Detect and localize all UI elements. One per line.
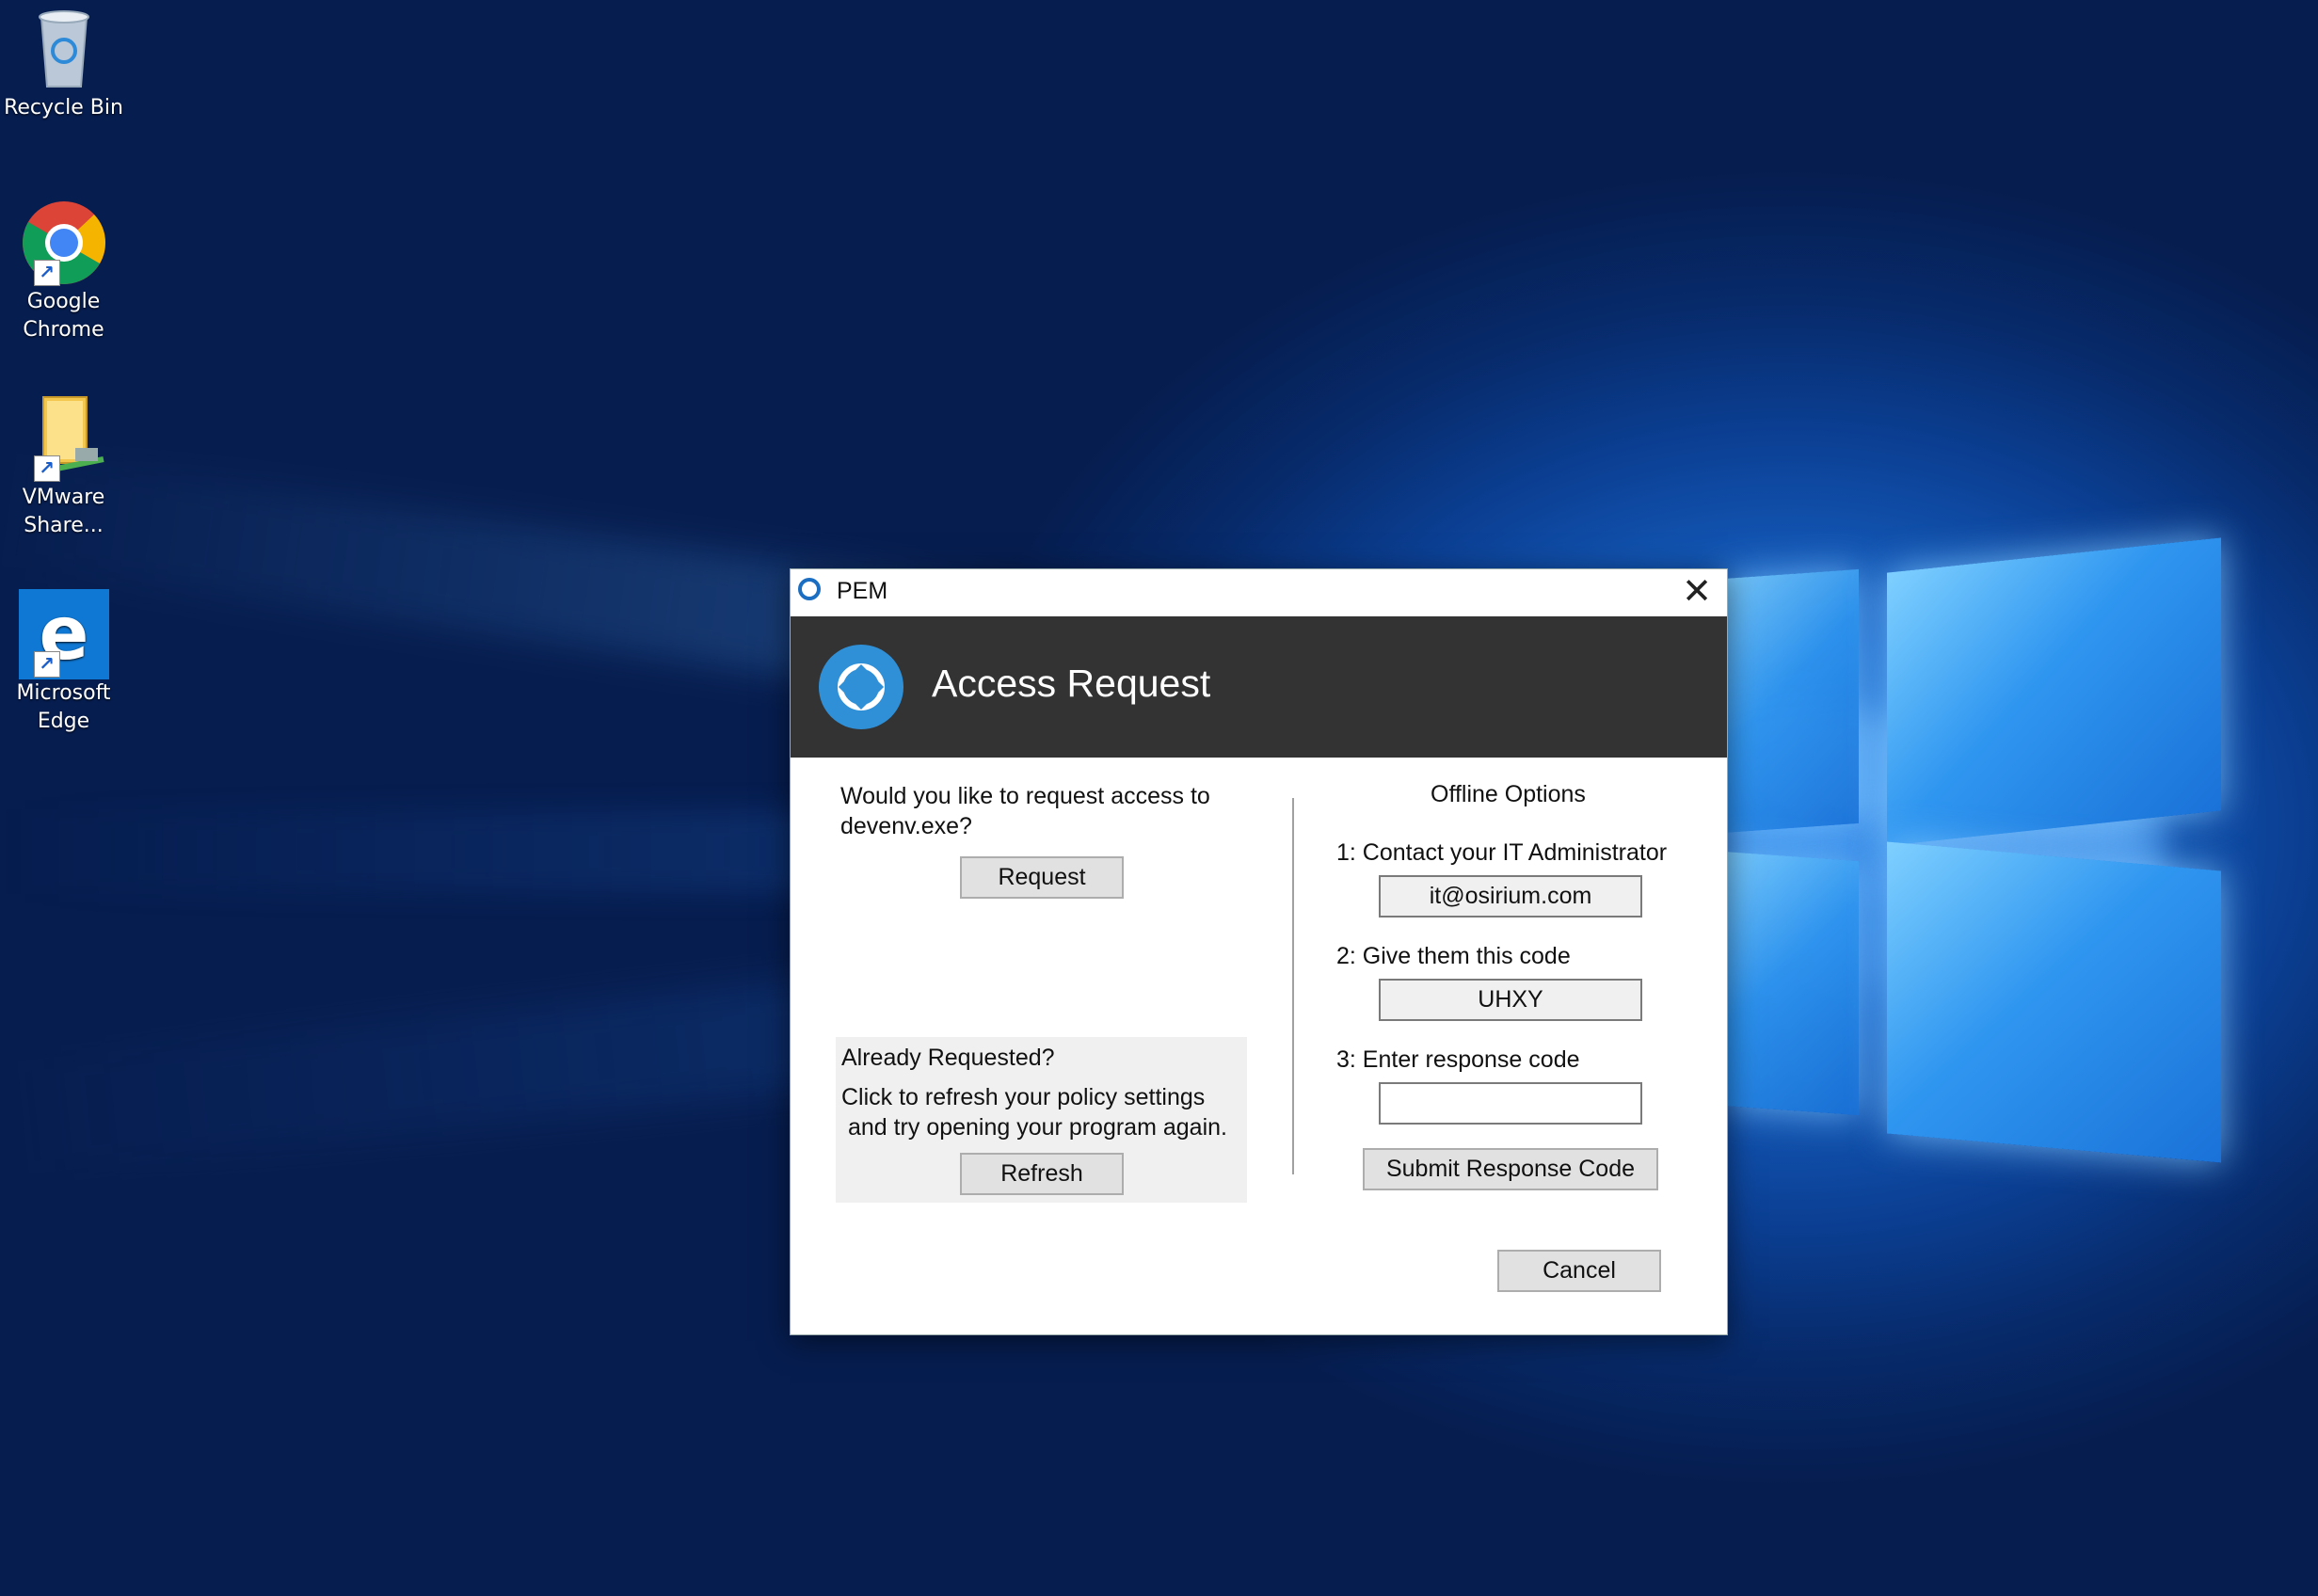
refresh-button[interactable]: Refresh: [960, 1153, 1124, 1195]
shortcut-arrow-icon: ↗: [33, 260, 60, 286]
access-request-dialog: PEM ✕ Access Request Would you like to r…: [790, 568, 1728, 1335]
desktop-icon-vmware-share[interactable]: ↗ VMware Share...: [0, 393, 127, 540]
step2-label: 2: Give them this code: [1336, 943, 1571, 969]
close-icon: ✕: [1682, 572, 1712, 612]
windows-logo-pane: [1887, 841, 2221, 1163]
step1-label: 1: Contact your IT Administrator: [1336, 839, 1668, 866]
request-prompt-program: devenv.exe?: [840, 813, 972, 839]
windows-logo-pane: [1722, 851, 1859, 1116]
close-button[interactable]: ✕: [1667, 569, 1727, 616]
desktop-icon-label: Microsoft: [16, 681, 111, 705]
response-code-input[interactable]: [1379, 1082, 1642, 1125]
windows-logo-pane: [1722, 568, 1859, 834]
request-button[interactable]: Request: [960, 856, 1124, 899]
offline-options-title: Offline Options: [1431, 781, 1586, 807]
desktop-icon-recycle-bin[interactable]: Recycle Bin: [0, 4, 127, 122]
desktop-icon-google-chrome[interactable]: ↗ Google Chrome: [0, 198, 127, 344]
refresh-hint: Click to refresh your policy settings: [841, 1084, 1206, 1110]
already-requested-label: Already Requested?: [841, 1045, 1055, 1071]
cancel-button[interactable]: Cancel: [1497, 1250, 1661, 1292]
chrome-icon: ↗: [19, 198, 109, 288]
desktop-icon-label: Edge: [37, 710, 90, 733]
submit-response-code-button[interactable]: Submit Response Code: [1363, 1148, 1658, 1190]
pem-app-icon: [798, 578, 821, 600]
admin-email-field[interactable]: it@osirium.com: [1379, 875, 1642, 918]
header-title: Access Request: [932, 662, 1211, 705]
section-divider: [1292, 798, 1294, 1174]
desktop-icon-microsoft-edge[interactable]: e ↗ Microsoft Edge: [0, 589, 127, 736]
network-folder-icon: ↗: [19, 393, 109, 484]
desktop-icon-label: Share...: [24, 514, 104, 537]
dialog-titlebar[interactable]: PEM ✕: [791, 569, 1727, 616]
step3-label: 3: Enter response code: [1336, 1046, 1580, 1073]
desktop-icon-label: Google: [26, 290, 101, 313]
desktop-icon-label: Recycle Bin: [4, 96, 123, 120]
request-code-field[interactable]: UHXY: [1379, 979, 1642, 1021]
recycle-bin-icon: [19, 4, 109, 94]
desktop-icon-label: VMware: [22, 486, 105, 509]
refresh-hint-2: and try opening your program again.: [841, 1114, 1227, 1141]
pem-logo-icon: [819, 645, 903, 729]
dialog-header: Access Request: [791, 616, 1727, 758]
shortcut-arrow-icon: ↗: [33, 651, 60, 678]
edge-icon: e ↗: [18, 589, 109, 679]
window-title: PEM: [837, 578, 888, 604]
desktop-icon-label: Chrome: [23, 318, 104, 342]
request-prompt: Would you like to request access to: [840, 783, 1210, 809]
shortcut-arrow-icon: ↗: [33, 455, 60, 482]
windows-logo-pane: [1887, 537, 2221, 846]
